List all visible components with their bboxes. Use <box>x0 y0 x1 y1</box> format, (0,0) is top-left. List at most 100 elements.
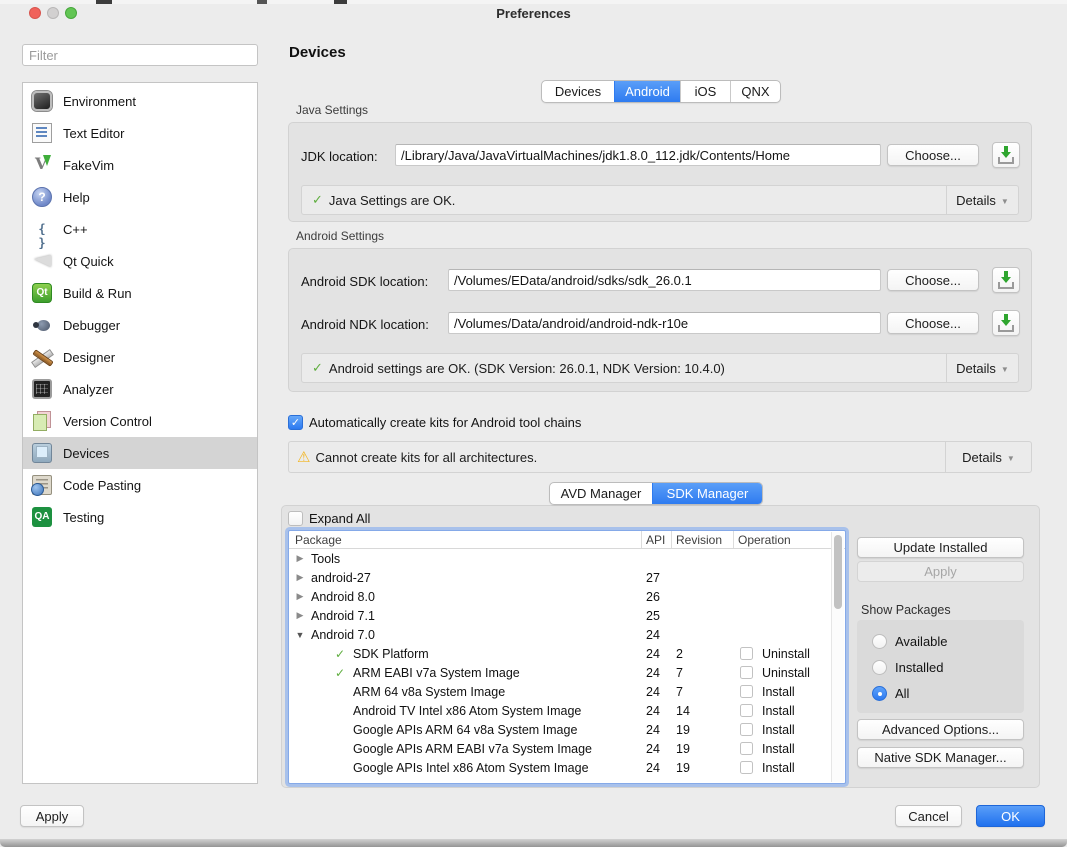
sidebar-item-fakevim[interactable]: FakeVim <box>23 149 257 181</box>
operation-checkbox[interactable] <box>740 666 753 679</box>
sdk-apply-button[interactable]: Apply <box>857 561 1024 582</box>
api-cell: 24 <box>641 647 671 661</box>
java-details-button[interactable]: Details ▼ <box>946 186 1018 214</box>
operation-cell: Install <box>733 723 845 737</box>
column-header-operation[interactable]: Operation <box>733 531 845 548</box>
tab-sdk-manager[interactable]: SDK Manager <box>652 483 762 504</box>
kits-details-button[interactable]: Details ▼ <box>945 442 1031 472</box>
ok-button[interactable]: OK <box>976 805 1045 827</box>
table-row[interactable]: Android TV Intel x86 Atom System Image24… <box>289 701 845 720</box>
android-ndk-location-label: Android NDK location: <box>301 317 429 332</box>
column-header-package[interactable]: Package <box>289 531 641 548</box>
java-status-bar: ✓ Java Settings are OK. Details ▼ <box>301 185 1019 215</box>
sidebar-item-help[interactable]: Help <box>23 181 257 213</box>
update-installed-button[interactable]: Update Installed <box>857 537 1024 558</box>
sidebar-item-label: Analyzer <box>63 382 114 397</box>
operation-checkbox[interactable] <box>740 685 753 698</box>
native-sdk-manager-button[interactable]: Native SDK Manager... <box>857 747 1024 768</box>
devices-icon <box>32 443 52 463</box>
table-row[interactable]: ▼Android 7.024 <box>289 625 845 644</box>
sidebar-item-environment[interactable]: Environment <box>23 85 257 117</box>
jdk-choose-button[interactable]: Choose... <box>887 144 979 166</box>
checkbox-unchecked-icon <box>288 511 303 526</box>
expand-arrow-icon[interactable]: ▶ <box>294 610 306 621</box>
table-row[interactable]: Google APIs ARM 64 v8a System Image2419I… <box>289 720 845 739</box>
table-row[interactable]: Google APIs ARM EABI v7a System Image241… <box>289 739 845 758</box>
sidebar-item-testing[interactable]: Testing <box>23 501 257 533</box>
operation-checkbox[interactable] <box>740 761 753 774</box>
jdk-download-button[interactable] <box>992 142 1020 168</box>
package-cell: ARM 64 v8a System Image <box>289 685 641 699</box>
expand-all-checkbox[interactable]: Expand All <box>288 511 370 526</box>
sidebar-item-label: Qt Quick <box>63 254 114 269</box>
operation-checkbox[interactable] <box>740 742 753 755</box>
radio-available[interactable]: Available <box>857 628 1024 654</box>
tab-android[interactable]: Android <box>614 81 680 102</box>
sidebar-item-qt-quick[interactable]: Qt Quick <box>23 245 257 277</box>
table-row[interactable]: ✓ARM EABI v7a System Image247Uninstall <box>289 663 845 682</box>
expand-arrow-icon[interactable]: ▶ <box>294 572 306 583</box>
sidebar-item-debugger[interactable]: Debugger <box>23 309 257 341</box>
cpp-icon <box>32 219 52 239</box>
tab-avd-manager[interactable]: AVD Manager <box>550 483 652 504</box>
advanced-options-button[interactable]: Advanced Options... <box>857 719 1024 740</box>
sidebar-item-c[interactable]: C++ <box>23 213 257 245</box>
android-sdk-location-label: Android SDK location: <box>301 274 428 289</box>
table-row[interactable]: ▶Tools <box>289 549 845 568</box>
details-label: Details <box>962 450 1002 465</box>
table-row[interactable]: ▶android-2727 <box>289 568 845 587</box>
expand-arrow-icon[interactable]: ▶ <box>294 553 306 564</box>
sidebar-item-code-pasting[interactable]: Code Pasting <box>23 469 257 501</box>
sidebar-item-designer[interactable]: Designer <box>23 341 257 373</box>
cancel-button[interactable]: Cancel <box>895 805 962 827</box>
radio-installed[interactable]: Installed <box>857 654 1024 680</box>
api-cell: 25 <box>641 609 671 623</box>
table-row[interactable]: ✓SDK Platform242Uninstall <box>289 644 845 663</box>
table-row[interactable]: ▶Android 7.125 <box>289 606 845 625</box>
sidebar-item-devices[interactable]: Devices <box>23 437 257 469</box>
android-details-button[interactable]: Details ▼ <box>946 354 1018 382</box>
java-status-text: Java Settings are OK. <box>329 193 455 208</box>
android-ndk-location-input[interactable] <box>448 312 881 334</box>
expand-arrow-icon[interactable]: ▶ <box>294 591 306 602</box>
environment-icon <box>32 91 52 111</box>
android-sdk-choose-button[interactable]: Choose... <box>887 269 979 291</box>
android-settings-group-label: Android Settings <box>296 229 384 243</box>
table-row[interactable]: ▶Android 8.026 <box>289 587 845 606</box>
tab-qnx[interactable]: QNX <box>730 81 780 102</box>
collapse-arrow-icon[interactable]: ▼ <box>294 630 306 640</box>
sidebar-item-analyzer[interactable]: Analyzer <box>23 373 257 405</box>
operation-checkbox[interactable] <box>740 723 753 736</box>
column-header-revision[interactable]: Revision <box>671 531 733 548</box>
table-row[interactable]: ARM 64 v8a System Image247Install <box>289 682 845 701</box>
analyzer-icon <box>32 379 52 399</box>
android-sdk-download-button[interactable] <box>992 267 1020 293</box>
column-header-api[interactable]: API <box>641 531 671 548</box>
auto-create-kits-checkbox[interactable]: Automatically create kits for Android to… <box>288 415 581 430</box>
android-ndk-choose-button[interactable]: Choose... <box>887 312 979 334</box>
operation-label: Install <box>762 742 795 756</box>
jdk-location-input[interactable] <box>395 144 881 166</box>
kits-warning-bar: ⚠ Cannot create kits for all architectur… <box>288 441 1032 473</box>
operation-checkbox[interactable] <box>740 647 753 660</box>
tab-devices[interactable]: Devices <box>542 81 614 102</box>
installed-check-icon: ✓ <box>335 647 349 661</box>
android-sdk-location-input[interactable] <box>448 269 881 291</box>
scrollbar-thumb[interactable] <box>834 535 842 609</box>
android-ndk-download-button[interactable] <box>992 310 1020 336</box>
apply-button[interactable]: Apply <box>20 805 84 827</box>
designer-icon <box>32 347 52 367</box>
tab-ios[interactable]: iOS <box>680 81 730 102</box>
sidebar-item-label: Environment <box>63 94 136 109</box>
package-name: Android 8.0 <box>311 590 375 604</box>
operation-label: Install <box>762 761 795 775</box>
chevron-down-icon: ▼ <box>1007 454 1015 463</box>
sidebar-item-build-run[interactable]: Build & Run <box>23 277 257 309</box>
vertical-scrollbar[interactable] <box>831 532 844 782</box>
sidebar-item-version-control[interactable]: Version Control <box>23 405 257 437</box>
radio-all[interactable]: All <box>857 680 1024 706</box>
sidebar-item-text-editor[interactable]: Text Editor <box>23 117 257 149</box>
filter-input[interactable] <box>22 44 258 66</box>
operation-checkbox[interactable] <box>740 704 753 717</box>
table-row[interactable]: Google APIs Intel x86 Atom System Image2… <box>289 758 845 777</box>
